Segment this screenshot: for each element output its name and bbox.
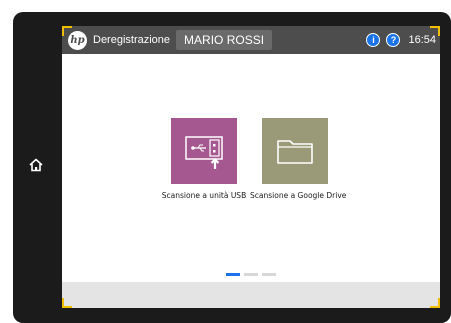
scan-to-google-drive-button[interactable] [262,118,328,184]
usb-icon [185,136,223,169]
help-icon[interactable]: ? [386,33,401,47]
top-bar: hp Deregistrazione MARIO ROSSI i ? 16:54 [62,26,440,54]
bottom-bar [62,282,440,308]
status-group: i ? 16:54 [360,33,436,47]
page-dot-3[interactable] [262,273,276,276]
scan-to-google-drive-tile[interactable]: Scansione a Google Drive [250,118,347,200]
logout-button[interactable]: Deregistrazione [93,34,170,46]
home-icon [29,158,43,172]
home-button[interactable] [25,154,47,176]
corner-highlight-top-right [430,26,440,36]
scan-to-usb-label: Scansione a unità USB [161,191,247,200]
touch-screen: hp Deregistrazione MARIO ROSSI i ? 16:54… [62,26,440,308]
corner-highlight-bottom-left [62,298,72,308]
scan-to-google-drive-label: Scansione a Google Drive [250,191,347,200]
corner-highlight-bottom-right [430,298,440,308]
user-name-badge: MARIO ROSSI [176,30,273,50]
page-indicator [226,273,280,276]
folder-icon [277,140,313,164]
corner-highlight-top-left [62,26,72,36]
scan-to-usb-button[interactable] [171,118,237,184]
page-dot-1[interactable] [226,273,240,276]
page-dot-2[interactable] [244,273,258,276]
info-icon[interactable]: i [366,33,381,47]
scan-to-usb-tile[interactable]: Scansione a unità USB [159,118,249,200]
